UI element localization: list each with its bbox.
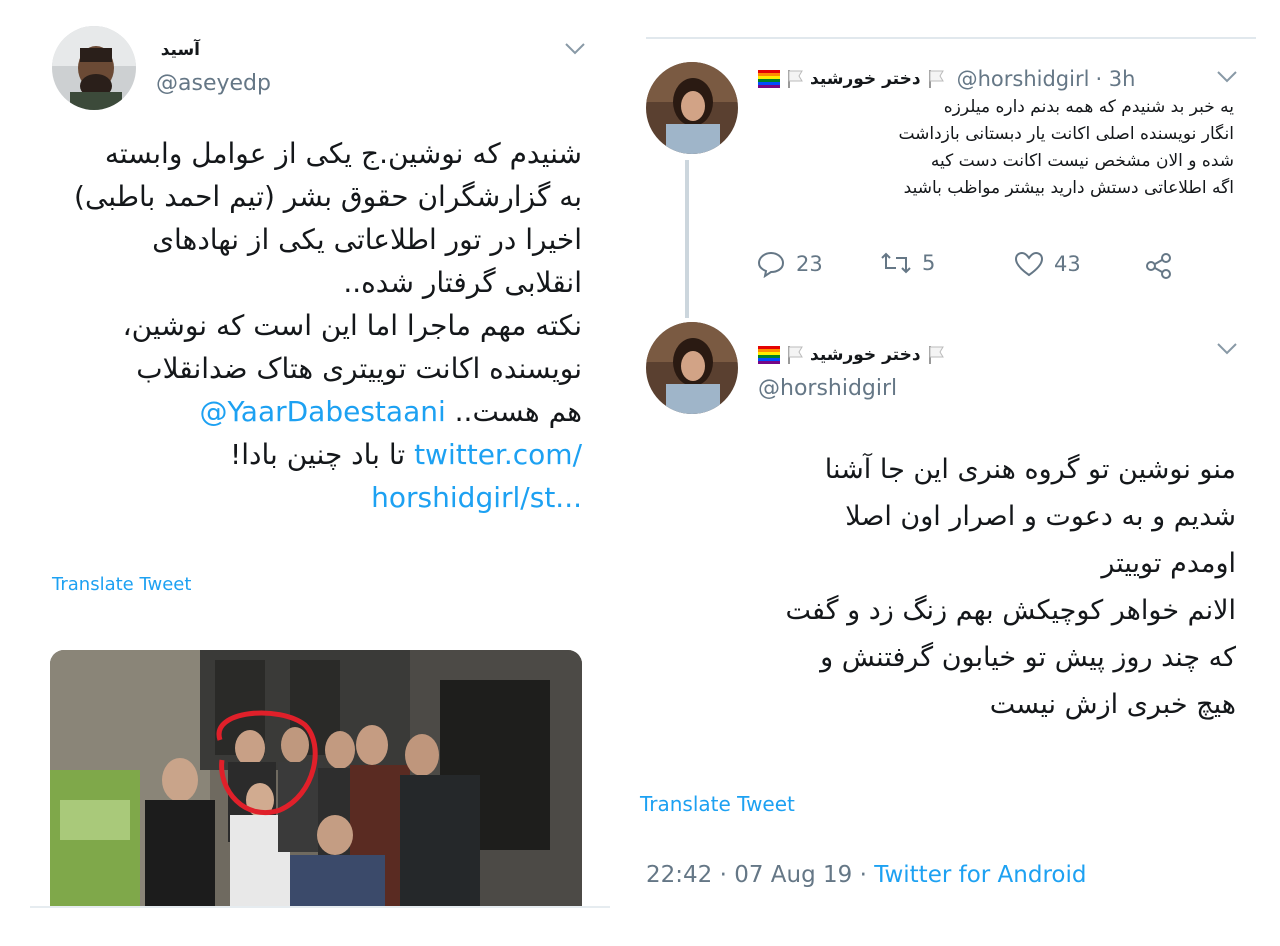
rainbow-flag-icon [758,70,780,88]
body-line: منو نوشین تو گروه هنری این جا آشنا [824,454,1236,485]
body-line: یه خبر بد شنیدم که همه بدنم داره میلرزه [943,97,1234,117]
author-name[interactable]: آسید [161,40,200,60]
body-line: انگار نویسنده اصلی اکانت یار دبستانی باز… [898,124,1234,144]
body-line: انقلابی گرفتار شده.. [343,266,582,299]
panel-bottom-divider [30,906,610,908]
reply-icon [757,251,785,278]
reply-count: 23 [796,252,823,276]
tweet-body: شنیدم که نوشین.ج یکی از عوامل وابسته به … [22,132,582,519]
tweet-photo[interactable] [50,650,582,908]
white-flag-icon [928,70,944,88]
tweet-time[interactable]: · 3h [1095,67,1135,91]
avatar-aseyedp[interactable] [52,26,136,110]
author-handle[interactable]: @horshidgirl [957,67,1090,91]
share-icon[interactable] [1144,252,1174,280]
reply-body: یه خبر بد شنیدم که همه بدنم داره میلرزه … [754,94,1234,202]
retweet-icon [881,252,911,274]
tweet-link[interactable]: twitter.com/ [414,438,582,471]
author-name[interactable]: دختر خورشید [810,345,921,365]
chevron-down-icon[interactable] [1216,342,1238,356]
body-line: twitter.com/ تا باد چنین بادا! [22,433,582,476]
avatar-horshidgirl[interactable] [646,322,738,414]
mention-line: هم هست.. @YaarDabestaani [22,390,582,433]
right-tweet-panel: دختر خورشید @horshidgirl · 3h یه خبر بد … [640,0,1280,946]
author-handle[interactable]: @horshidgirl [758,376,897,401]
author-handle[interactable]: @aseyedp [156,71,271,96]
body-line: اخیرا در تور اطلاعاتی یکی از نهادهای [152,223,582,256]
main-header: دختر خورشید [758,340,945,370]
group-photo-image [50,650,582,908]
reply-action[interactable]: 23 [756,250,823,278]
body-line: اگه اطلاعاتی دستش دارید بیشتر مواظب باشی… [903,178,1234,198]
white-flag-icon [928,346,944,364]
body-line: به گزارشگران حقوق بشر (تیم احمد باطبی) [74,180,582,213]
author-name[interactable]: دختر خورشید [810,69,921,89]
body-line: شنیدم که نوشین.ج یکی از عوامل وابسته [104,137,582,170]
retweet-action[interactable]: 5 [880,250,935,276]
mention-suffix: هم هست.. [454,395,582,428]
like-count: 43 [1054,252,1081,276]
body-line: الانم خواهر کوچیکش بهم زنگ زد و گفت [785,595,1236,626]
tweet-meta: 22:42 · 07 Aug 19 · Twitter for Android [646,862,1086,888]
rainbow-flag-icon [758,346,780,364]
body-line: اومدم توییتر [1101,548,1236,579]
white-flag-icon [788,70,803,88]
like-action[interactable]: 43 [1014,250,1081,278]
chevron-down-icon[interactable] [564,42,586,56]
avatar-horshidgirl[interactable] [646,62,738,154]
white-flag-icon [788,346,803,364]
retweet-count: 5 [922,251,936,275]
body-line: که چند روز پیش تو خیابون گرفتنش و [820,642,1236,673]
translate-tweet-link[interactable]: Translate Tweet [640,792,795,816]
heart-icon [1014,251,1044,277]
timestamp: 22:42 · 07 Aug 19 · [646,862,867,888]
body-line: نویسنده اکانت توییتری هتاک ضدانقلاب [136,352,582,385]
translate-tweet-link[interactable]: Translate Tweet [52,574,191,595]
tweet-link-continued[interactable]: horshidgirl/st... [22,476,582,519]
body-line: شدیم و به دعوت و اصرار اون اصلا [845,501,1236,532]
chevron-down-icon[interactable] [1216,70,1238,84]
top-divider [646,37,1256,39]
main-tweet-body: منو نوشین تو گروه هنری این جا آشنا شدیم … [656,446,1236,728]
reply-header: دختر خورشید @horshidgirl · 3h [758,64,1135,94]
body-line: هیچ خبری ازش نیست [989,689,1236,720]
body-line: شده و الان مشخص نیست اکانت دست کیه [930,151,1234,171]
left-tweet-panel: آسید @aseyedp شنیدم که نوشین.ج یکی از عو… [0,0,640,946]
thread-connector-line [685,160,689,318]
mention-link[interactable]: @YaarDabestaani [200,395,446,428]
client-link[interactable]: Twitter for Android [874,862,1086,888]
last-line: تا باد چنین بادا! [230,438,406,471]
body-line: نکته مهم ماجرا اما این است که نوشین، [122,309,582,342]
